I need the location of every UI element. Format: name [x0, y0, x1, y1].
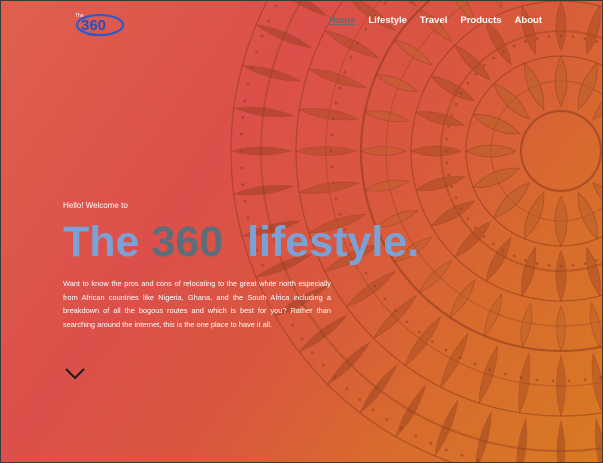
hero-description: Want to know the pros and cons of reloca…: [63, 279, 331, 329]
brand-logo[interactable]: The 360 lifestyle: [73, 9, 125, 39]
chevron-down-icon[interactable]: [64, 367, 86, 381]
nav-products[interactable]: Products: [460, 15, 501, 26]
main-nav: Home Lifestyle Travel Products About: [329, 15, 542, 26]
title-dot: .: [407, 218, 420, 266]
hero-greeting: Hello! Welcome to: [63, 201, 128, 210]
nav-home[interactable]: Home: [329, 15, 355, 26]
title-word-the: The: [63, 218, 140, 266]
hero-title: The 360 lifestyle.: [63, 218, 420, 266]
nav-about[interactable]: About: [515, 15, 542, 26]
page-frame: The 360 lifestyle Home Lifestyle Travel …: [0, 0, 603, 463]
title-word-lifestyle: lifestyle: [247, 218, 408, 266]
svg-text:lifestyle: lifestyle: [87, 32, 101, 37]
nav-travel[interactable]: Travel: [420, 15, 447, 26]
title-number: 360: [151, 218, 224, 266]
nav-lifestyle[interactable]: Lifestyle: [368, 15, 407, 26]
